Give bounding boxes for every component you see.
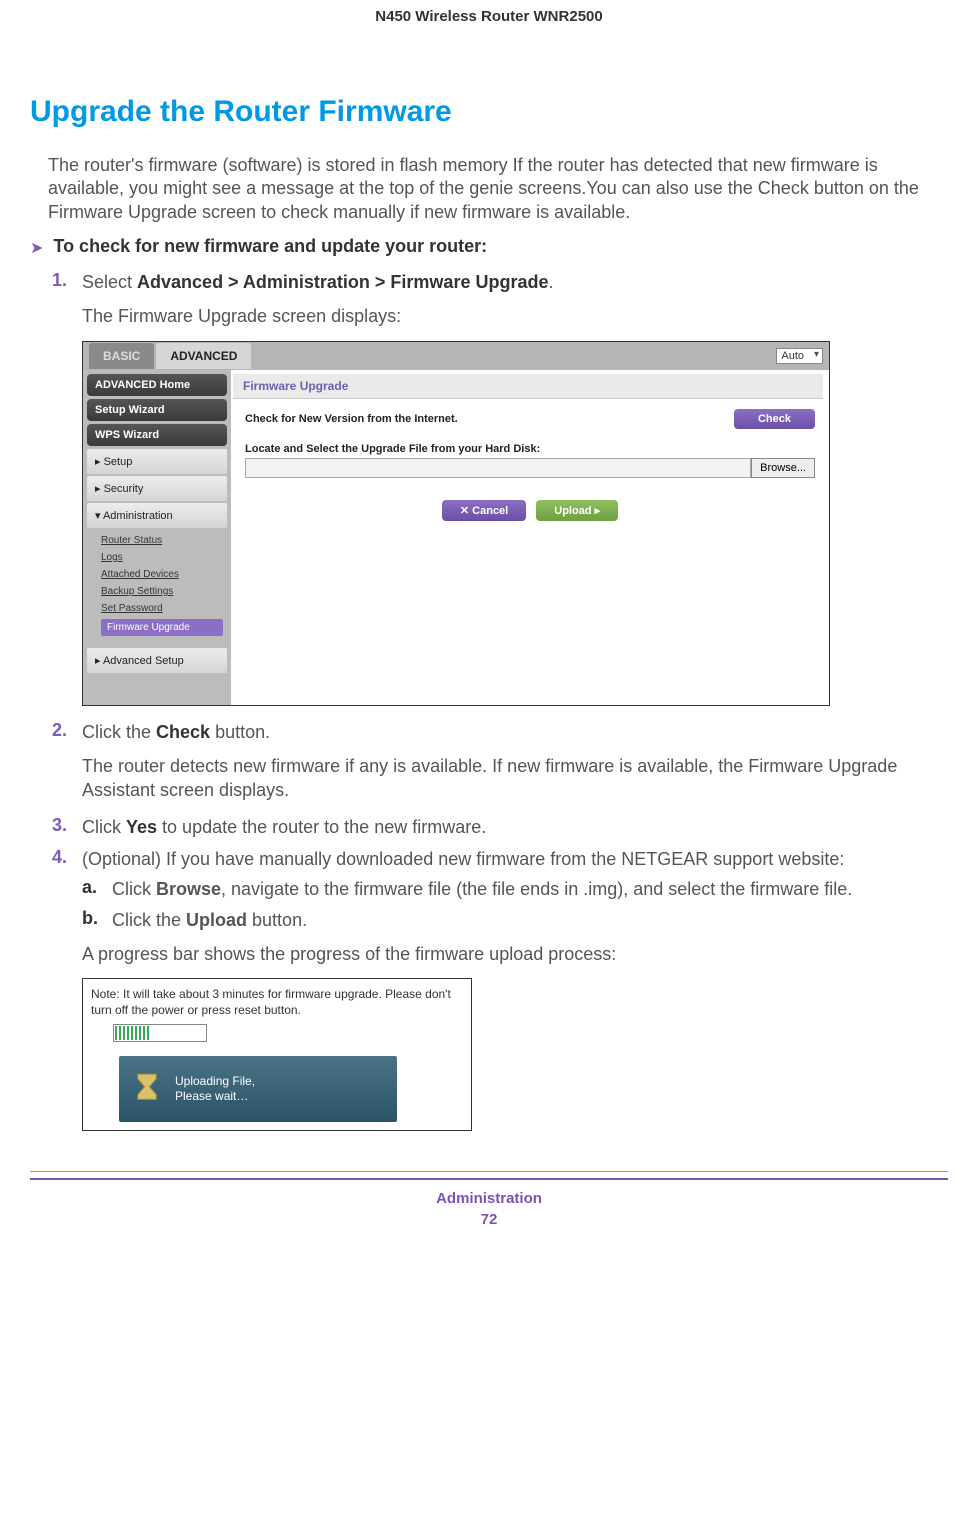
step-text: (Optional) If you have manually download… [82,847,844,871]
section-heading: Upgrade the Router Firmware [30,95,948,129]
sidebar-item-setup[interactable]: ▸ Setup [87,449,227,474]
step-text: Click the Check button. [82,720,270,744]
sidebar-item-advanced-setup[interactable]: ▸ Advanced Setup [87,648,227,673]
substep-text: Click Browse, navigate to the firmware f… [112,877,852,901]
locate-label: Locate and Select the Upgrade File from … [245,443,815,455]
hourglass-icon [133,1072,161,1106]
uploading-panel: Uploading File, Please wait… [119,1056,397,1122]
step-text: Click Yes to update the router to the ne… [82,815,486,839]
sidebar-sub-backup-settings[interactable]: Backup Settings [101,583,227,600]
cancel-button[interactable]: ✕ Cancel [442,500,526,521]
sidebar-item-security[interactable]: ▸ Security [87,476,227,501]
footer-section-label: Administration [30,1190,948,1207]
upload-button[interactable]: Upload ▸ [536,500,618,521]
step-number: 1. [52,270,82,294]
page-footer: Administration 72 [30,1171,948,1228]
sidebar-sub-logs[interactable]: Logs [101,549,227,566]
step-followup: The Firmware Upgrade screen displays: [82,304,948,328]
browse-button[interactable]: Browse... [751,458,815,478]
progress-bar [113,1024,207,1042]
sidebar-sub-firmware-upgrade[interactable]: Firmware Upgrade [101,619,223,636]
tab-advanced[interactable]: ADVANCED [156,343,251,369]
substep-letter: a. [82,877,112,901]
sidebar: ADVANCED Home Setup Wizard WPS Wizard ▸ … [83,370,231,705]
check-label: Check for New Version from the Internet. [245,413,734,425]
sidebar-item-wps-wizard[interactable]: WPS Wizard [87,424,227,446]
sidebar-sub-attached-devices[interactable]: Attached Devices [101,566,227,583]
sidebar-sub-router-status[interactable]: Router Status [101,532,227,549]
sidebar-sub-set-password[interactable]: Set Password [101,600,227,617]
uploading-line2: Please wait… [175,1089,255,1105]
router-ui-screenshot: BASIC ADVANCED Auto ADVANCED Home Setup … [82,341,830,706]
step-text: Select Advanced > Administration > Firmw… [82,270,553,294]
language-dropdown[interactable]: Auto [776,348,823,364]
tab-basic[interactable]: BASIC [89,343,154,369]
substep-text: Click the Upload button. [112,908,307,932]
sidebar-item-administration[interactable]: ▾ Administration [87,503,227,528]
progress-note: Note: It will take about 3 minutes for f… [91,987,463,1018]
sidebar-item-advanced-home[interactable]: ADVANCED Home [87,374,227,396]
progress-intro: A progress bar shows the progress of the… [82,942,948,966]
step-number: 4. [52,847,82,871]
doc-header: N450 Wireless Router WNR2500 [30,0,948,65]
substep-letter: b. [82,908,112,932]
panel-title: Firmware Upgrade [233,374,823,399]
footer-page-number: 72 [30,1211,948,1228]
chevron-icon: ➤ [30,238,43,258]
progress-screenshot: Note: It will take about 3 minutes for f… [82,978,472,1131]
check-button[interactable]: Check [734,409,815,429]
step-number: 2. [52,720,82,744]
sidebar-item-setup-wizard[interactable]: Setup Wizard [87,399,227,421]
step-followup: The router detects new firmware if any i… [82,754,948,803]
file-path-input[interactable] [245,458,751,478]
uploading-line1: Uploading File, [175,1074,255,1090]
intro-paragraph: The router's firmware (software) is stor… [48,154,948,224]
step-number: 3. [52,815,82,839]
task-title: To check for new firmware and update you… [53,236,487,257]
